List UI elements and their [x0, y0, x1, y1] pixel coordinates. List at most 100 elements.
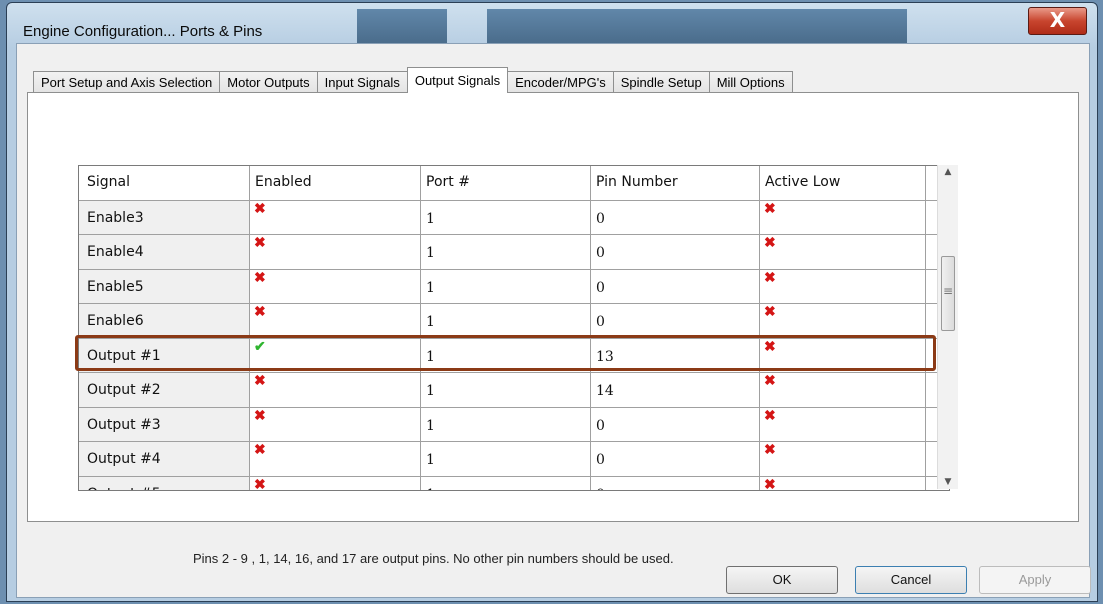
scroll-grip-icon: ≡ — [942, 284, 954, 298]
port-cell[interactable]: 1 — [421, 235, 591, 269]
x-icon[interactable]: ✖ — [254, 374, 266, 388]
active-low-cell[interactable]: ✖ — [760, 407, 926, 441]
x-icon[interactable]: ✖ — [254, 236, 266, 250]
table-row[interactable]: Enable3 ✖ 1 0 ✖ — [79, 200, 949, 235]
table-row[interactable]: Output #5 ✖ 10 ✖ — [79, 476, 949, 491]
pin-usage-note: Pins 2 - 9 , 1, 14, 16, and 17 are outpu… — [193, 551, 674, 566]
port-cell[interactable]: 1 — [421, 304, 591, 338]
background-window-deco — [697, 9, 907, 47]
scroll-up-arrow-icon[interactable]: ▲ — [938, 165, 958, 179]
port-cell[interactable]: 1 — [421, 476, 591, 490]
signal-cell[interactable]: Enable3 — [79, 200, 250, 234]
x-icon[interactable]: ✖ — [764, 271, 776, 285]
signal-cell[interactable]: Enable6 — [79, 304, 250, 338]
header-active-low[interactable]: Active Low — [760, 166, 926, 200]
enabled-cell[interactable]: ✖ — [250, 304, 421, 338]
table-row[interactable]: Output #1 ✔ 1 13 ✖ — [79, 338, 949, 373]
apply-button[interactable]: Apply — [979, 566, 1091, 594]
scroll-down-arrow-icon[interactable]: ▼ — [938, 475, 958, 489]
x-icon[interactable]: ✖ — [254, 202, 266, 216]
cancel-button[interactable]: Cancel — [855, 566, 967, 594]
tab-strip: Port Setup and Axis Selection Motor Outp… — [33, 67, 793, 93]
port-cell[interactable]: 1 — [421, 442, 591, 476]
vertical-scrollbar[interactable]: ▲ ≡ ▼ — [937, 165, 958, 489]
grid-body: Enable3 ✖ 1 0 ✖ Enable4 ✖ 1 0 ✖ Enable5 ✖ 1 0 ✖ Enable6… — [79, 200, 949, 491]
active-low-cell[interactable]: ✖ — [760, 269, 926, 303]
table-row[interactable]: Enable5 ✖ 1 0 ✖ — [79, 269, 949, 304]
tab-spindle-setup[interactable]: Spindle Setup — [612, 71, 710, 93]
signal-cell[interactable]: Output #1 — [79, 338, 250, 372]
pin-number-cell[interactable]: 14 — [591, 373, 760, 407]
output-signals-grid: Signal Enabled Port # Pin Number Active … — [78, 165, 950, 491]
x-icon[interactable]: ✖ — [764, 409, 776, 423]
active-low-cell[interactable]: ✖ — [760, 373, 926, 407]
table-row[interactable]: Output #3 ✖ 1 0 ✖ — [79, 407, 949, 442]
tab-port-setup[interactable]: Port Setup and Axis Selection — [33, 71, 221, 93]
pin-number-cell[interactable]: 0 — [591, 200, 760, 234]
background-window-deco — [487, 9, 697, 47]
port-cell[interactable]: 1 — [421, 373, 591, 407]
pin-number-cell[interactable]: 0 — [591, 304, 760, 338]
tab-output-signals[interactable]: Output Signals — [406, 67, 509, 93]
signal-cell[interactable]: Output #4 — [79, 442, 250, 476]
x-icon[interactable]: ✖ — [254, 409, 266, 423]
table-row[interactable]: Enable6 ✖ 1 0 ✖ — [79, 304, 949, 339]
header-enabled[interactable]: Enabled — [250, 166, 421, 200]
signal-cell[interactable]: Output #3 — [79, 407, 250, 441]
x-icon[interactable]: ✖ — [764, 443, 776, 457]
check-icon[interactable]: ✔ — [254, 340, 266, 354]
active-low-cell[interactable]: ✖ — [760, 338, 926, 372]
x-icon[interactable]: ✖ — [764, 478, 776, 491]
pin-number-cell[interactable]: 0 — [591, 407, 760, 441]
x-icon[interactable]: ✖ — [764, 236, 776, 250]
table-row[interactable]: Output #2 ✖ 1 14 ✖ — [79, 373, 949, 408]
active-low-cell[interactable]: ✖ — [760, 442, 926, 476]
header-signal[interactable]: Signal — [79, 166, 250, 200]
port-cell[interactable]: 1 — [421, 338, 591, 372]
tab-encoder-mpg[interactable]: Encoder/MPG's — [507, 71, 614, 93]
x-icon[interactable]: ✖ — [254, 443, 266, 457]
tab-panel: Signal Enabled Port # Pin Number Active … — [27, 92, 1079, 566]
signal-cell[interactable]: Enable5 — [79, 269, 250, 303]
port-cell[interactable]: 1 — [421, 407, 591, 441]
pin-number-cell[interactable]: 0 — [591, 476, 760, 490]
active-low-cell[interactable]: ✖ — [760, 200, 926, 234]
tab-motor-outputs[interactable]: Motor Outputs — [219, 71, 318, 93]
tab-mill-options[interactable]: Mill Options — [708, 71, 793, 93]
x-icon[interactable]: ✖ — [764, 374, 776, 388]
port-cell[interactable]: 1 — [421, 200, 591, 234]
active-low-cell[interactable]: ✖ — [760, 476, 926, 491]
signal-cell[interactable]: Output #2 — [79, 373, 250, 407]
enabled-cell[interactable]: ✖ — [250, 476, 421, 491]
active-low-cell[interactable]: ✖ — [760, 235, 926, 269]
x-icon[interactable]: ✖ — [254, 305, 266, 319]
active-low-cell[interactable]: ✖ — [760, 304, 926, 338]
enabled-cell[interactable]: ✖ — [250, 442, 421, 476]
enabled-cell[interactable]: ✖ — [250, 269, 421, 303]
signal-cell[interactable]: Enable4 — [79, 235, 250, 269]
signal-cell[interactable]: Output #5 — [79, 476, 250, 490]
pin-number-cell[interactable]: 13 — [591, 338, 760, 372]
header-port[interactable]: Port # — [421, 166, 591, 200]
enabled-cell[interactable]: ✖ — [250, 200, 421, 234]
ok-button[interactable]: OK — [726, 566, 838, 594]
x-icon[interactable]: ✖ — [764, 305, 776, 319]
enabled-cell[interactable]: ✔ — [250, 338, 421, 372]
table-row[interactable]: Enable4 ✖ 1 0 ✖ — [79, 235, 949, 270]
x-icon[interactable]: ✖ — [764, 340, 776, 354]
tab-input-signals[interactable]: Input Signals — [316, 71, 408, 93]
enabled-cell[interactable]: ✖ — [250, 235, 421, 269]
pin-number-cell[interactable]: 0 — [591, 442, 760, 476]
x-icon[interactable]: ✖ — [764, 202, 776, 216]
close-button[interactable]: X — [1028, 7, 1087, 35]
header-pin-number[interactable]: Pin Number — [591, 166, 760, 200]
x-icon[interactable]: ✖ — [254, 478, 266, 491]
dialog-client-area: Port Setup and Axis Selection Motor Outp… — [16, 43, 1091, 598]
x-icon[interactable]: ✖ — [254, 271, 266, 285]
pin-number-cell[interactable]: 0 — [591, 235, 760, 269]
enabled-cell[interactable]: ✖ — [250, 373, 421, 407]
pin-number-cell[interactable]: 0 — [591, 269, 760, 303]
enabled-cell[interactable]: ✖ — [250, 407, 421, 441]
port-cell[interactable]: 1 — [421, 269, 591, 303]
table-row[interactable]: Output #4 ✖ 1 0 ✖ — [79, 442, 949, 477]
